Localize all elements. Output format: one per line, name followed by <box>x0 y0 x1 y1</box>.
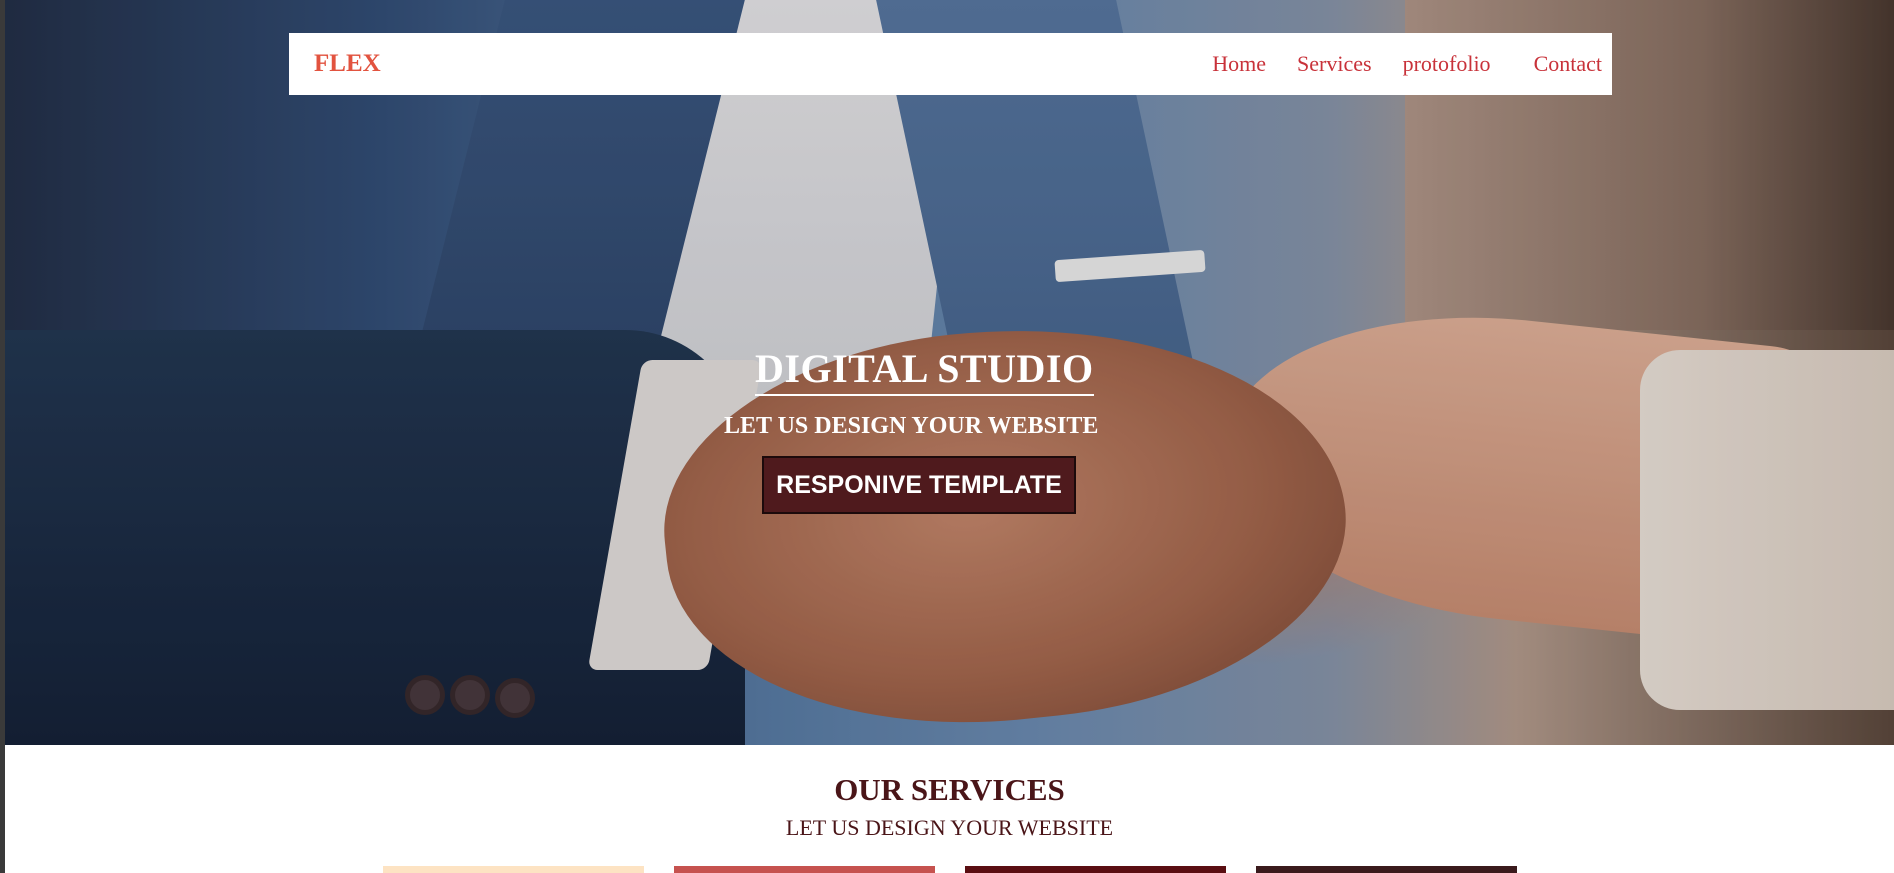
service-card[interactable] <box>383 866 644 873</box>
service-card[interactable] <box>965 866 1226 873</box>
nav-link-home[interactable]: Home <box>1212 51 1266 77</box>
service-card[interactable] <box>674 866 935 873</box>
top-navbar: FLEX Home Services protofolio Contact <box>289 33 1612 95</box>
services-subtitle: LET US DESIGN YOUR WEBSITE <box>785 815 1114 840</box>
responsive-template-button[interactable]: RESPONIVE TEMPLATE <box>762 456 1076 514</box>
services-section: OUR SERVICES LET US DESIGN YOUR WEBSITE <box>5 745 1894 873</box>
window-left-edge <box>0 0 5 873</box>
site-logo[interactable]: FLEX <box>314 50 381 78</box>
hero-subtitle: LET US DESIGN YOUR WEBSITE <box>724 413 1099 439</box>
nav-link-services[interactable]: Services <box>1297 51 1372 77</box>
nav-link-portfolio[interactable]: protofolio <box>1403 51 1491 77</box>
nav-link-contact[interactable]: Contact <box>1534 51 1602 77</box>
nav-links: Home Services protofolio Contact <box>1181 51 1602 77</box>
service-card[interactable] <box>1256 866 1517 873</box>
hero-title: DIGITAL STUDIO <box>755 345 1094 396</box>
services-title: OUR SERVICES <box>834 772 1065 807</box>
